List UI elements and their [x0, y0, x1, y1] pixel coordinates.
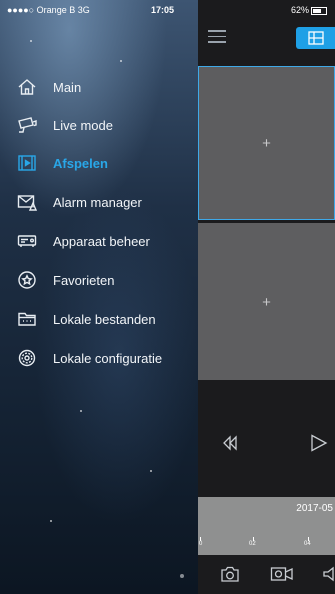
menu-item-lokale-bestanden[interactable]: Lokale bestanden	[16, 302, 196, 336]
clock: 17:05	[151, 5, 175, 15]
menu-item-label: Afspelen	[53, 155, 108, 171]
playback-panel: + + 2017-05 0 02 04	[198, 0, 335, 594]
timeline-date: 2017-05	[296, 503, 333, 514]
video-pane-2[interactable]: +	[198, 223, 335, 380]
tick-label: 02	[249, 541, 256, 547]
menu-item-alarm-manager[interactable]: Alarm manager	[16, 185, 196, 219]
menu-item-live-mode[interactable]: Live mode	[16, 108, 196, 142]
battery-indicator: 62%	[291, 5, 327, 15]
play-icon[interactable]	[310, 434, 328, 452]
star-decoration	[80, 410, 82, 412]
menu-item-label: Lokale bestanden	[53, 311, 156, 327]
record-video-icon[interactable]	[270, 565, 294, 583]
playback-film-icon	[18, 155, 36, 171]
star-decoration	[120, 60, 122, 62]
video-pane-1[interactable]: +	[198, 66, 335, 220]
playback-controls	[198, 380, 335, 497]
menu-item-main[interactable]: Main	[16, 70, 196, 104]
tick-label: 04	[304, 541, 311, 547]
menu-item-label: Apparaat beheer	[53, 233, 150, 249]
menu-item-label: Lokale configuratie	[53, 350, 163, 366]
hamburger-menu-icon[interactable]	[208, 30, 226, 44]
settings-gear-icon	[18, 349, 36, 367]
layout-toggle-button[interactable]	[296, 27, 335, 49]
star-decoration	[30, 40, 32, 42]
menu-item-label: Main	[53, 79, 82, 95]
battery-percentage: 62%	[290, 5, 309, 15]
status-bar: ●●●●○ Orange B 3G 17:05 62%	[0, 0, 335, 20]
bottom-toolbar	[198, 555, 335, 594]
navigation-drawer: Main Live mode Afspelen Alarm manager Ap…	[0, 0, 198, 594]
menu-item-lokale-configuratie[interactable]: Lokale configuratie	[16, 341, 196, 375]
carrier-signal: ●●●●○ Orange B 3G	[7, 5, 90, 15]
menu-item-afspelen[interactable]: Afspelen	[16, 146, 196, 180]
menu-item-label: Live mode	[53, 117, 113, 133]
menu-item-apparaat-beheer[interactable]: Apparaat beheer	[16, 224, 196, 258]
rewind-icon[interactable]	[222, 435, 238, 451]
add-channel-icon[interactable]: +	[198, 294, 335, 311]
alarm-envelope-icon	[17, 195, 38, 211]
star-decoration	[150, 470, 152, 472]
battery-icon	[311, 6, 327, 15]
star-circle-icon	[18, 271, 36, 289]
snapshot-camera-icon[interactable]	[220, 565, 240, 583]
star-decoration	[50, 520, 52, 522]
folder-icon	[18, 312, 36, 326]
tick-label: 0	[199, 541, 203, 547]
menu-item-label: Alarm manager	[53, 194, 142, 210]
page-indicator-dot	[180, 574, 184, 578]
add-channel-icon[interactable]: +	[199, 135, 334, 152]
camera-icon	[18, 117, 37, 133]
volume-icon[interactable]	[322, 565, 335, 583]
device-dvr-icon	[17, 235, 37, 247]
menu-item-label: Favorieten	[53, 272, 115, 288]
menu-item-favorieten[interactable]: Favorieten	[16, 263, 196, 297]
split-layout-icon	[308, 31, 324, 45]
home-icon	[18, 79, 36, 95]
timeline-bar[interactable]: 2017-05 0 02 04	[198, 497, 335, 555]
